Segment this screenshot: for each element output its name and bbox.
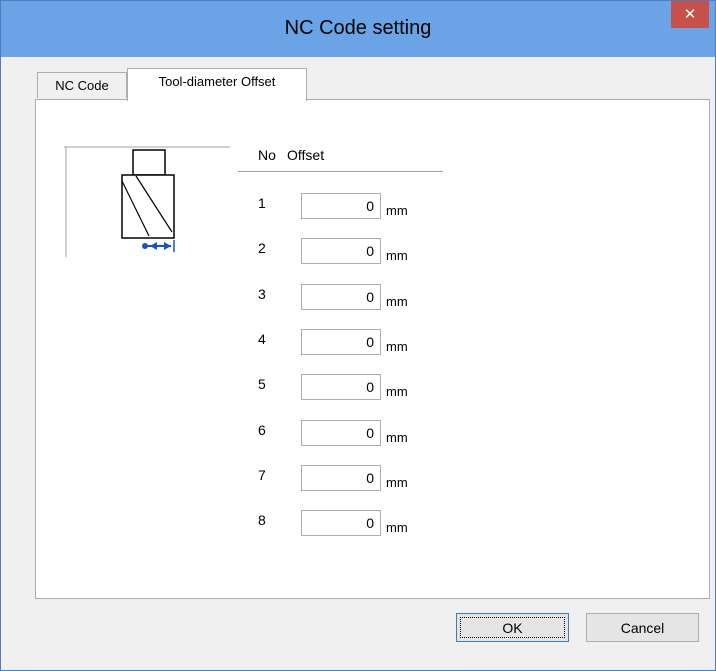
offset-input[interactable]: 0 — [301, 284, 381, 310]
window-title: NC Code setting — [284, 17, 432, 39]
row-number: 3 — [258, 286, 266, 302]
offset-input[interactable]: 0 — [301, 374, 381, 400]
row-number: 1 — [258, 195, 266, 211]
focus-rect — [460, 617, 565, 638]
unit-label: mm — [386, 294, 408, 309]
row-number: 4 — [258, 331, 266, 347]
row-number: 6 — [258, 422, 266, 438]
tab-tool-diameter-offset[interactable]: Tool-diameter Offset — [127, 68, 307, 101]
unit-label: mm — [386, 430, 408, 445]
row-number: 8 — [258, 512, 266, 528]
unit-label: mm — [386, 520, 408, 535]
unit-label: mm — [386, 248, 408, 263]
offset-input[interactable]: 0 — [301, 510, 381, 536]
offset-input[interactable]: 0 — [301, 465, 381, 491]
ok-button[interactable]: OK — [456, 613, 569, 642]
unit-label: mm — [386, 475, 408, 490]
title-bar[interactable]: NC Code setting ✕ — [1, 1, 715, 57]
tab-nc-code[interactable]: NC Code — [37, 72, 127, 98]
cancel-button[interactable]: Cancel — [586, 613, 699, 642]
close-button[interactable]: ✕ — [671, 1, 709, 28]
offset-input[interactable]: 0 — [301, 420, 381, 446]
unit-label: mm — [386, 203, 408, 218]
header-divider — [238, 171, 443, 172]
unit-label: mm — [386, 339, 408, 354]
offset-input[interactable]: 0 — [301, 238, 381, 264]
row-number: 5 — [258, 376, 266, 392]
tool-diameter-offset-icon — [64, 146, 230, 257]
row-number: 7 — [258, 467, 266, 483]
unit-label: mm — [386, 384, 408, 399]
column-header-offset: Offset — [287, 147, 325, 163]
offset-input[interactable]: 0 — [301, 193, 381, 219]
offset-input[interactable]: 0 — [301, 329, 381, 355]
row-number: 2 — [258, 240, 266, 256]
column-header-no: No — [258, 147, 276, 163]
